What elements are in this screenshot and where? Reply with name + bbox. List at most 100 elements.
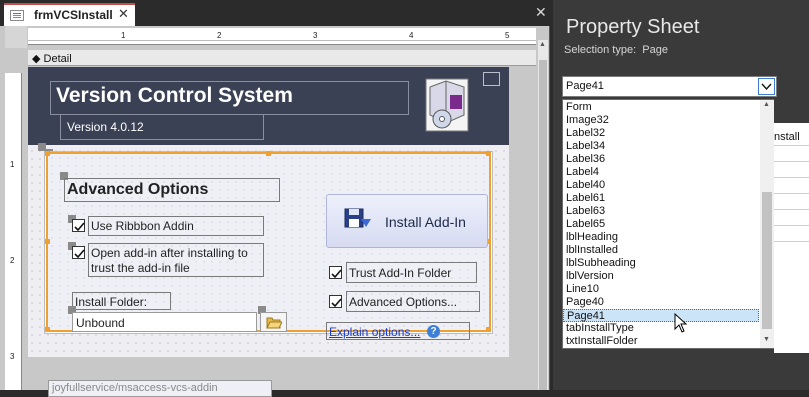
list-item[interactable]: tabInstallType [563,322,759,335]
property-row-line [774,161,809,162]
ruler-number: 3 [313,31,318,40]
list-item[interactable]: Label61 [563,192,759,205]
help-icon[interactable]: ? [427,325,440,338]
checkmark-icon [74,249,85,259]
use-ribbon-label: Use Ribbbon Addin [91,219,194,233]
tab-control[interactable]: Advanced Options Use Ribbbon Addin Open … [44,151,493,340]
list-item[interactable]: Label4 [563,166,759,179]
version-control[interactable]: Version 4.0.12 [60,114,264,140]
list-item[interactable]: Label36 [563,153,759,166]
list-item[interactable]: Form [563,101,759,114]
advanced-options-label-control[interactable]: Advanced Options... [346,291,480,312]
install-folder-field[interactable]: Unbound [72,312,257,332]
browse-folder-button[interactable] [260,312,287,332]
list-item[interactable]: lblHeading [563,231,759,244]
ruler-baseline [28,40,536,41]
checkmark-icon [331,298,342,308]
property-sheet-title: Property Sheet [566,16,700,38]
list-item[interactable]: Image32 [563,114,759,127]
resize-handle[interactable] [486,327,491,332]
ruler-number: 5 [505,31,510,40]
resize-handle[interactable] [45,327,50,332]
ruler-number: 1 [121,31,126,40]
scrollbar-thumb[interactable] [539,60,547,390]
page-41[interactable]: Advanced Options Use Ribbbon Addin Open … [45,151,491,340]
use-ribbon-checkbox[interactable] [72,219,85,232]
mouse-pointer-icon [674,313,688,333]
list-item[interactable]: lblInstalled [563,244,759,257]
resize-handle[interactable] [45,151,50,156]
installer-box-icon[interactable] [424,75,470,133]
ruler-number: 1 [10,160,15,169]
property-grid-cell: nstall [774,131,800,143]
list-item[interactable]: Page41 [563,309,759,322]
property-row-line [774,209,809,210]
property-row-line [774,241,809,242]
install-folder-label-control[interactable]: Install Folder: [72,292,171,310]
object-selector-combo[interactable]: Page41 [562,76,777,97]
scrollbar-thumb[interactable] [762,192,772,329]
vertical-ruler[interactable]: 1 2 3 [5,73,22,390]
open-after-label-line1: Open add-in after installing to [91,246,248,260]
form-detail-area[interactable]: Version Control System Version 4.0.12 Ad… [28,67,509,397]
install-disk-icon [344,208,371,228]
property-row-line [774,177,809,178]
resize-handle[interactable] [486,151,491,156]
list-item[interactable]: txtInstallFolder [563,335,759,348]
horizontal-ruler[interactable]: 1 2 3 4 5 [28,28,536,45]
property-grid[interactable]: nstall [774,123,809,353]
list-item[interactable]: Label63 [563,205,759,218]
explain-options-control[interactable]: Explain options... ? [326,322,470,340]
list-item[interactable]: Label34 [563,140,759,153]
trust-folder-label-control[interactable]: Trust Add-In Folder [346,262,477,283]
use-ribbon-label-control[interactable]: Use Ribbbon Addin [88,216,264,236]
advanced-options-checkbox[interactable] [329,295,342,308]
heading-control[interactable]: Version Control System [50,81,409,115]
advanced-title-control[interactable]: Advanced Options [64,178,280,202]
scroll-down-icon[interactable]: ▼ [763,336,770,343]
open-after-label-control[interactable]: Open add-in after installing to trust th… [88,243,264,277]
property-row-line [774,145,809,146]
design-canvas: Version Control System Version 4.0.12 Ad… [28,67,536,397]
chevron-down-icon[interactable] [758,78,775,95]
property-row-line [774,225,809,226]
list-item[interactable]: lblSubheading [563,257,759,270]
document-tab-strip: frmVCSInstall ✕ ✕ [0,0,548,26]
advanced-options-label: Advanced Options... [349,295,458,309]
install-add-in-button[interactable]: Install Add-In [326,194,488,248]
install-folder-label: Install Folder: [75,295,148,309]
designer-scrollbar[interactable]: ▲ [538,40,548,390]
designer-close-icon[interactable]: ✕ [535,4,547,21]
scroll-up-icon[interactable]: ▲ [539,41,546,48]
list-item[interactable]: Page40 [563,296,759,309]
resize-handle[interactable] [266,151,271,156]
install-folder-value: Unbound [76,316,125,330]
repository-link-control[interactable]: joyfullservice/msaccess-vcs-addin [48,380,272,397]
object-selector-list[interactable]: Form Image32 Label32 Label34 Label36 Label4 La… [562,99,774,349]
ruler-number: 2 [217,31,222,40]
scroll-up-icon[interactable]: ▲ [763,101,770,108]
document-tab[interactable]: frmVCSInstall ✕ [4,3,135,26]
list-item[interactable]: Label32 [563,127,759,140]
close-icon[interactable]: ✕ [118,6,129,22]
resize-handle[interactable] [45,239,50,244]
open-after-checkbox[interactable] [72,246,85,259]
detail-label-text: Detail [43,53,72,65]
trust-folder-checkbox[interactable] [329,266,342,279]
list-item[interactable]: lblVersion [563,270,759,283]
folder-open-icon [266,317,282,329]
detail-section-bar[interactable]: ◆ Detail [28,50,536,66]
ruler-number: 4 [409,31,414,40]
list-item[interactable]: Label40 [563,179,759,192]
list-item[interactable]: Line10 [563,283,759,296]
list-item[interactable]: Label65 [563,218,759,231]
object-selector-value: Page41 [566,80,604,92]
list-scrollbar[interactable]: ▲ ▼ [760,100,774,348]
selection-type-value: Page [642,44,668,56]
repository-link: joyfullservice/msaccess-vcs-addin [52,382,218,394]
install-button-label: Install Add-In [385,214,466,230]
ruler-corner[interactable] [5,26,27,48]
version-text: Version 4.0.12 [67,120,144,134]
explain-options-link[interactable]: Explain options... [329,325,420,339]
image-frame[interactable] [483,72,500,86]
